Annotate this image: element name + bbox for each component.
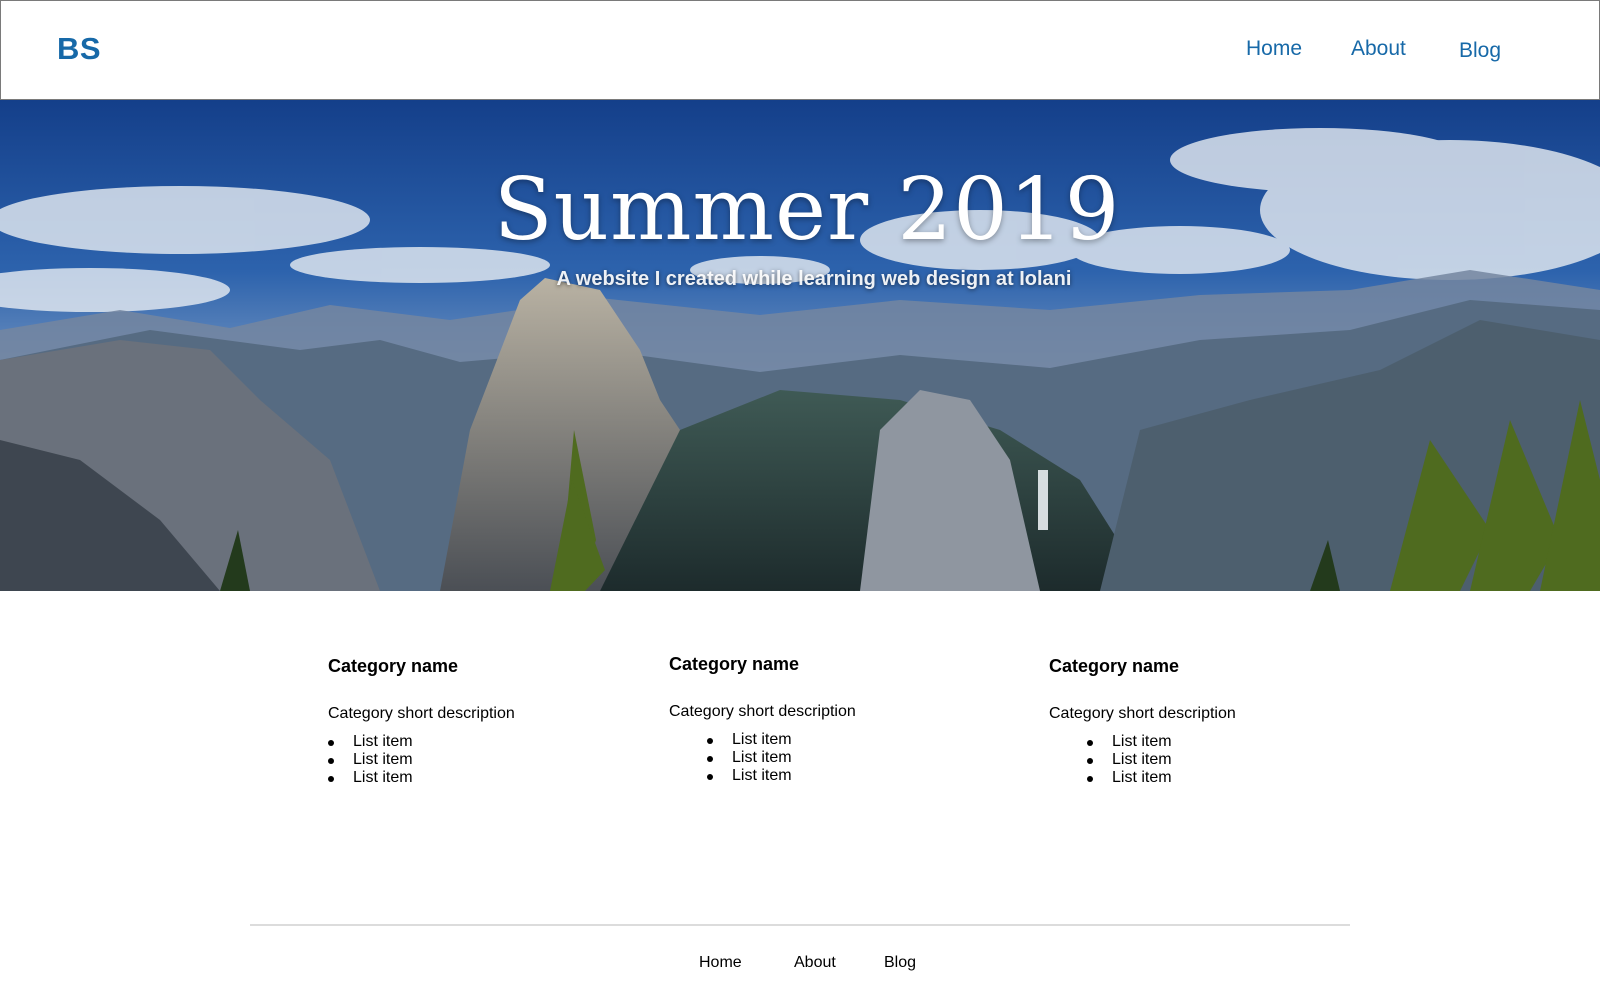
list-item: List item bbox=[1087, 769, 1236, 787]
hero-banner: Summer 2019 A website I created while le… bbox=[0, 100, 1600, 591]
list-item: List item bbox=[707, 731, 856, 749]
list-item: List item bbox=[707, 749, 856, 767]
nav-link-home[interactable]: Home bbox=[1246, 37, 1302, 61]
list-item: List item bbox=[328, 769, 515, 787]
list-item: List item bbox=[328, 751, 515, 769]
list-item: List item bbox=[707, 767, 856, 785]
list-item: List item bbox=[328, 733, 515, 751]
list-item: List item bbox=[1087, 733, 1236, 751]
nav-link-blog[interactable]: Blog bbox=[1459, 39, 1501, 63]
footer-link-home[interactable]: Home bbox=[699, 954, 742, 972]
hero-title: Summer 2019 bbox=[493, 160, 1121, 260]
category-title: Category name bbox=[1049, 656, 1180, 676]
nav-link-about[interactable]: About bbox=[1351, 37, 1406, 61]
site-logo[interactable]: BS bbox=[57, 31, 101, 67]
category-card-2: Category name Category short description… bbox=[669, 654, 856, 785]
category-description: Category short description bbox=[328, 705, 515, 722]
category-description: Category short description bbox=[669, 703, 856, 720]
footer-link-about[interactable]: About bbox=[794, 954, 836, 972]
footer-divider bbox=[250, 924, 1350, 926]
category-title: Category name bbox=[328, 656, 459, 676]
footer-link-blog[interactable]: Blog bbox=[884, 954, 916, 972]
site-header: BS Home About Blog bbox=[0, 0, 1600, 100]
category-card-1: Category name Category short description… bbox=[328, 656, 515, 787]
category-title: Category name bbox=[669, 654, 800, 674]
list-item: List item bbox=[1087, 751, 1236, 769]
category-list: List item List item List item bbox=[328, 733, 515, 787]
category-list: List item List item List item bbox=[707, 731, 856, 785]
hero-subtitle: A website I created while learning web d… bbox=[556, 268, 1072, 290]
category-list: List item List item List item bbox=[1087, 733, 1236, 787]
category-description: Category short description bbox=[1049, 705, 1236, 722]
category-card-3: Category name Category short description… bbox=[1049, 656, 1236, 787]
